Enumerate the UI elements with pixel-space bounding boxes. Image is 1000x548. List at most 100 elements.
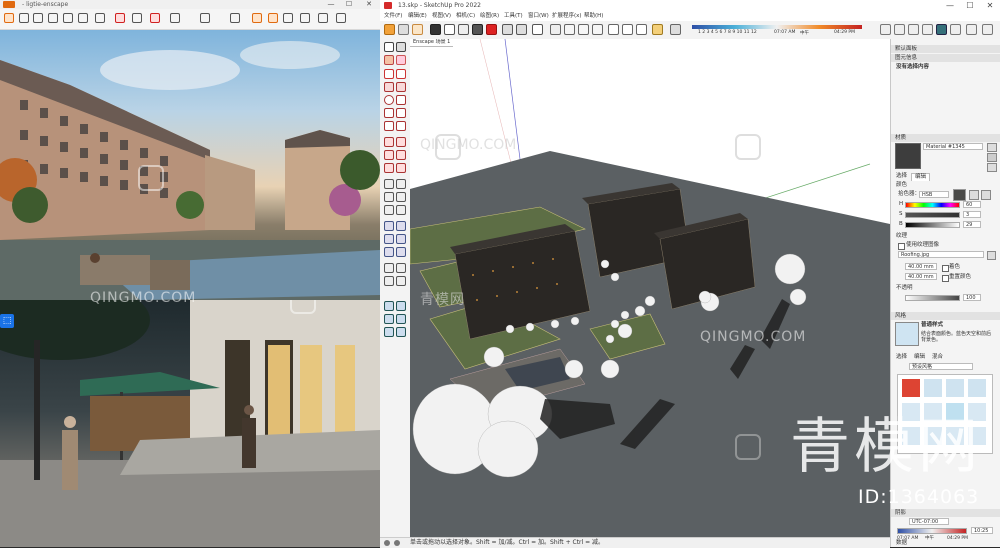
materials-header[interactable]: 材质	[891, 134, 1000, 142]
enscape-sidebar-icon[interactable]: ⬚	[0, 314, 14, 328]
freehand-icon[interactable]	[396, 69, 406, 79]
zoom-extents-icon[interactable]	[384, 247, 394, 257]
line-icon[interactable]	[384, 69, 394, 79]
offset-icon[interactable]	[396, 163, 406, 173]
section-display-icon[interactable]	[982, 24, 993, 35]
asset-icon[interactable]	[472, 24, 483, 35]
pie-icon[interactable]	[396, 121, 406, 131]
batch-icon[interactable]	[516, 24, 527, 35]
saturation-slider[interactable]	[905, 212, 960, 218]
menu-view[interactable]: 视图(V)	[432, 11, 451, 21]
view-icon[interactable]	[63, 13, 73, 23]
close-button[interactable]: ✕	[362, 0, 376, 9]
shadow-time-slider[interactable]: 1 2 3 4 5 6 7 8 9 10 11 12 07:07 AM 中午 0…	[692, 25, 862, 36]
zoom-window-icon[interactable]	[396, 234, 406, 244]
axes-icon[interactable]	[384, 205, 394, 215]
colorize-checkbox[interactable]	[942, 265, 949, 272]
reset-color-checkbox[interactable]	[942, 275, 949, 282]
rotate-icon[interactable]	[384, 150, 394, 160]
menu-window[interactable]: 窗口(W)	[528, 11, 549, 21]
menu-extensions[interactable]: 扩展程序(x)	[552, 11, 582, 21]
scene-tab[interactable]: Enscape 场景 1	[410, 39, 454, 47]
style-icon[interactable]	[564, 24, 575, 35]
menu-file[interactable]: 文件(F)	[384, 11, 402, 21]
settings-icon[interactable]	[200, 13, 210, 23]
orbit-icon[interactable]	[384, 221, 394, 231]
iso-view-icon[interactable]	[880, 24, 891, 35]
home-view-icon[interactable]	[550, 24, 561, 35]
styles-tab-edit[interactable]: 编辑	[911, 354, 928, 361]
video-editor-icon[interactable]	[486, 24, 497, 35]
shadows-header[interactable]: 阴影	[891, 509, 1000, 517]
help-icon[interactable]	[532, 24, 543, 35]
feedback-icon[interactable]	[230, 13, 240, 23]
match-model-color-icon[interactable]	[969, 190, 979, 200]
monochrome-icon[interactable]	[636, 24, 647, 35]
scale-icon[interactable]	[384, 163, 394, 173]
material-options-icon[interactable]	[987, 143, 997, 152]
entity-info-header[interactable]: 图元信息	[891, 54, 1000, 62]
maximize-button[interactable]: ☐	[342, 0, 356, 9]
polygon-icon[interactable]	[396, 95, 406, 105]
opacity-slider[interactable]	[905, 295, 960, 301]
rotated-rectangle-icon[interactable]	[396, 82, 406, 92]
circle-icon[interactable]	[384, 95, 394, 105]
h-value-field[interactable]: 60	[963, 201, 981, 208]
zoom-icon[interactable]	[384, 234, 394, 244]
account-icon[interactable]	[318, 13, 328, 23]
b-value-field[interactable]: 29	[963, 221, 981, 228]
select-icon[interactable]	[384, 42, 394, 52]
menu-edit[interactable]: 编辑(E)	[408, 11, 427, 21]
layers-icon[interactable]	[19, 13, 29, 23]
dimension-icon[interactable]	[396, 179, 406, 189]
info-icon[interactable]	[336, 13, 346, 23]
paint-bucket-icon[interactable]	[384, 55, 394, 65]
color-swatch[interactable]	[953, 189, 966, 201]
render-icon[interactable]	[252, 13, 262, 23]
menu-camera[interactable]: 相机(C)	[456, 11, 475, 21]
hue-slider[interactable]	[905, 202, 960, 208]
wireframe-icon[interactable]	[592, 24, 603, 35]
capture-icon[interactable]	[412, 24, 423, 35]
left-view-icon[interactable]	[950, 24, 961, 35]
cube-icon[interactable]	[78, 13, 88, 23]
style-thumb[interactable]	[946, 379, 964, 397]
solid-tools-icon[interactable]	[396, 301, 406, 311]
asset-library-icon[interactable]	[33, 13, 43, 23]
position-camera-icon[interactable]	[384, 263, 394, 273]
section-plane-icon[interactable]	[966, 24, 977, 35]
material-name-field[interactable]: Material #1345	[923, 143, 983, 150]
texture-height-field[interactable]: 40.00 mm	[905, 273, 937, 280]
fog-icon[interactable]	[670, 24, 681, 35]
export-icon[interactable]	[170, 13, 180, 23]
sandbox-icon[interactable]	[384, 301, 394, 311]
close-button[interactable]: ✕	[982, 0, 998, 11]
section-icon[interactable]	[396, 276, 406, 286]
styles-tab-select[interactable]: 选择	[893, 354, 910, 361]
3d-text-icon[interactable]	[396, 205, 406, 215]
help-icon[interactable]	[300, 13, 310, 23]
browse-texture-icon[interactable]	[987, 251, 996, 260]
style-thumb[interactable]	[924, 379, 942, 397]
walk-icon[interactable]	[384, 276, 394, 286]
user-icon[interactable]	[394, 540, 400, 546]
maximize-button[interactable]: ☐	[962, 0, 978, 11]
two-point-arc-icon[interactable]	[396, 108, 406, 118]
time-slider[interactable]	[897, 528, 967, 534]
sync-icon[interactable]	[48, 13, 58, 23]
minimize-button[interactable]: —	[942, 0, 958, 11]
styles-collection-select[interactable]: 预设风格	[909, 363, 973, 370]
create-material-icon[interactable]	[987, 153, 997, 162]
tab-edit[interactable]: 编辑	[911, 173, 931, 181]
orange-cube-icon[interactable]	[268, 13, 278, 23]
eraser-icon[interactable]	[396, 55, 406, 65]
home-icon[interactable]	[4, 13, 14, 23]
front-view-icon[interactable]	[908, 24, 919, 35]
intersect-icon[interactable]	[396, 314, 406, 324]
textured-icon[interactable]	[622, 24, 633, 35]
panorama-icon[interactable]	[132, 13, 142, 23]
minimap-icon[interactable]	[283, 13, 293, 23]
follow-me-icon[interactable]	[396, 150, 406, 160]
shadow-month-bar[interactable]	[692, 25, 862, 29]
use-texture-checkbox[interactable]	[898, 243, 905, 250]
